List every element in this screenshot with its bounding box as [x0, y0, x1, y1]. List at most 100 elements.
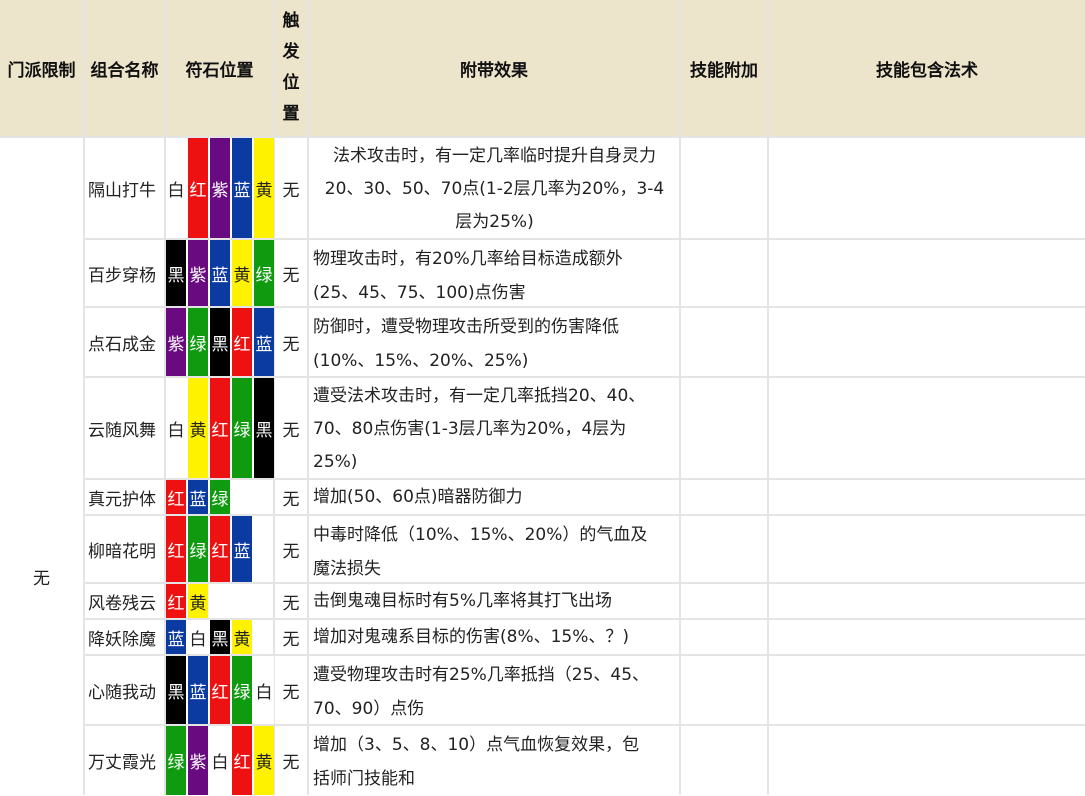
effect-cell: 遭受物理攻击时有25%几率抵挡（25、45、 70、90）点伤: [309, 656, 679, 724]
combo-name-text: 点石成金: [88, 334, 156, 355]
skill-add-cell: [681, 584, 767, 618]
rune-cell: 紫: [188, 726, 208, 795]
effect-line: 物理攻击时，有20%几率给目标造成额外: [313, 249, 623, 269]
rune-cell: 蓝: [166, 620, 186, 654]
rune-cell: 黄: [188, 378, 208, 478]
combo-name-text: 真元护体: [88, 489, 156, 510]
effect-cell: 中毒时降低（10%、15%、20%）的气血及 魔法损失: [309, 516, 679, 582]
rune-cell: 紫: [188, 240, 208, 306]
header-trigger-char: 置: [282, 104, 300, 124]
effect-cell: 击倒鬼魂目标时有5%几率将其打飞出场: [309, 584, 679, 618]
skill-add-cell: [681, 516, 767, 582]
effect-cell: 增加(50、60点)暗器防御力: [309, 480, 679, 514]
rune-cell: 红: [232, 308, 252, 376]
rune-cell: 红: [166, 584, 186, 618]
skill-spells-cell: [769, 378, 1085, 478]
rune-cell: 蓝: [232, 138, 252, 238]
effect-line: 魔法损失: [313, 559, 381, 579]
header-trigger-char: 发: [282, 42, 300, 62]
header-effect: 附带效果: [309, 0, 679, 136]
combo-name: 云随风舞: [85, 378, 164, 478]
effect-line: 遭受物理攻击时有25%几率抵挡（25、45、: [313, 665, 650, 685]
skill-add-cell: [681, 378, 767, 478]
effect-line: 70、90）点伤: [313, 699, 425, 719]
combo-name: 降妖除魔: [85, 620, 164, 654]
combo-name-text: 云随风舞: [88, 420, 156, 441]
trigger-value: 无: [282, 682, 300, 703]
skill-add-cell: [681, 480, 767, 514]
rune-cell: 蓝: [188, 656, 208, 724]
rune-cell: 绿: [166, 726, 186, 795]
rune-cell: 绿: [254, 240, 274, 306]
effect-line: 70、80点伤害(1-3层几率为20%，4层为: [313, 419, 627, 439]
header-skill-spells-label: 技能包含法术: [876, 60, 978, 81]
rune-cell: 蓝: [188, 480, 208, 514]
effect-line: 25%): [313, 452, 358, 472]
rune-cell: 绿: [232, 656, 252, 724]
effect-cell: 遭受法术攻击时，有一定几率抵挡20、40、 70、80点伤害(1-3层几率为20%…: [309, 378, 679, 478]
trigger-value: 无: [282, 753, 300, 773]
effect-cell: 法术攻击时，有一定几率临时提升自身灵力 20、30、50、70点(1-2层几率为2…: [309, 138, 679, 238]
effect-line: 增加（3、5、8、10）点气血恢复效果，包: [313, 735, 640, 755]
rune-cell: 黑: [210, 620, 230, 654]
skill-add-cell: [681, 308, 767, 376]
effect-line: (10%、15%、20%、25%): [313, 351, 529, 371]
trigger-value: 无: [282, 489, 300, 510]
combo-name-text: 心随我动: [88, 682, 156, 703]
trigger-value: 无: [282, 593, 300, 614]
header-trigger: 触 发 位 置: [275, 0, 307, 136]
effect-line: (25、45、75、100)点伤害: [313, 283, 526, 303]
combo-name: 万丈霞光: [85, 726, 164, 795]
rune-cell: 紫: [210, 138, 230, 238]
skill-spells-cell: [769, 480, 1085, 514]
skill-add-cell: [681, 726, 767, 795]
header-combo: 组合名称: [85, 0, 164, 136]
header-skill-add: 技能附加: [681, 0, 767, 136]
combo-name-text: 万丈霞光: [88, 753, 156, 773]
rune-cell: 白: [254, 656, 274, 724]
effect-line: 防御时，遭受物理攻击所受到的伤害降低: [313, 317, 619, 337]
combo-name-text: 风卷残云: [88, 593, 156, 614]
effect-line: 遭受法术攻击时，有一定几率抵挡20、40、: [313, 386, 646, 406]
header-effect-label: 附带效果: [460, 60, 528, 81]
trigger-value: 无: [282, 334, 300, 355]
school-cell: 无: [0, 138, 83, 795]
effect-cell: 增加对鬼魂系目标的伤害(8%、15%、？): [309, 620, 679, 654]
skill-spells-cell: [769, 308, 1085, 376]
rune-cell: 黄: [188, 584, 208, 618]
effect-line: 中毒时降低（10%、15%、20%）的气血及: [313, 525, 648, 545]
skill-spells-cell: [769, 726, 1085, 795]
skill-spells-cell: [769, 138, 1085, 238]
combo-name: 柳暗花明: [85, 516, 164, 582]
rune-cell: 紫: [166, 308, 186, 376]
effect-line: 20、30、50、70点(1-2层几率为20%，3-4: [324, 179, 665, 199]
header-runes: 符石位置: [166, 0, 273, 136]
combo-name: 心随我动: [85, 656, 164, 724]
combo-name-text: 隔山打牛: [88, 180, 156, 201]
rune-cell: 绿: [232, 378, 252, 478]
skill-add-cell: [681, 240, 767, 306]
header-combo-label: 组合名称: [90, 60, 159, 81]
rune-cell: 蓝: [254, 308, 274, 376]
effect-line: 层为25%): [455, 212, 534, 232]
skill-add-cell: [681, 620, 767, 654]
rune-cell: 黑: [166, 656, 186, 724]
header-skill-add-label: 技能附加: [690, 60, 758, 81]
rune-cell: 黄: [254, 138, 274, 238]
rune-cell: 黑: [254, 378, 274, 478]
trigger-value: 无: [282, 420, 300, 441]
rune-cell: 蓝: [232, 516, 252, 582]
rune-cell: 红: [210, 378, 230, 478]
header-runes-label: 符石位置: [185, 60, 254, 81]
rune-cell: 红: [232, 726, 252, 795]
trigger-value: 无: [282, 265, 300, 286]
combo-name: 百步穿杨: [85, 240, 164, 306]
rune-cell: 红: [166, 516, 186, 582]
effect-cell: 防御时，遭受物理攻击所受到的伤害降低 (10%、15%、20%、25%): [309, 308, 679, 376]
effect-cell: 增加（3、5、8、10）点气血恢复效果，包 括师门技能和: [309, 726, 679, 795]
rune-cell: 黑: [210, 308, 230, 376]
rune-cell: 白: [166, 138, 186, 238]
rune-cell: 绿: [210, 480, 230, 514]
combo-name: 点石成金: [85, 308, 164, 376]
combo-name: 隔山打牛: [85, 138, 164, 238]
